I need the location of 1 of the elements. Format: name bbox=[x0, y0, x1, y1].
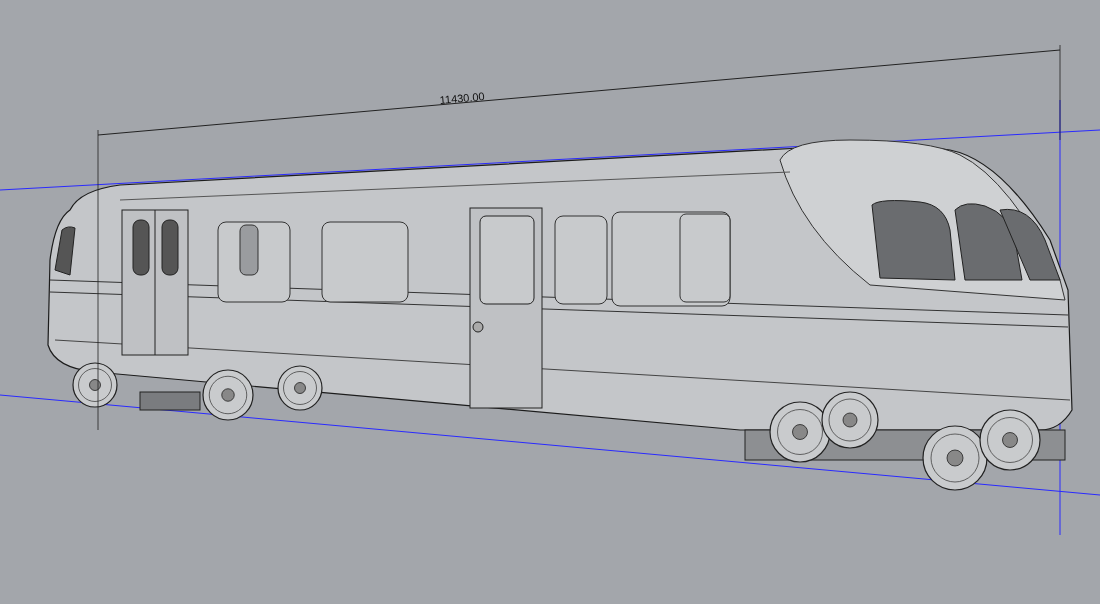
dimension-label: 11430.00 bbox=[439, 90, 486, 106]
